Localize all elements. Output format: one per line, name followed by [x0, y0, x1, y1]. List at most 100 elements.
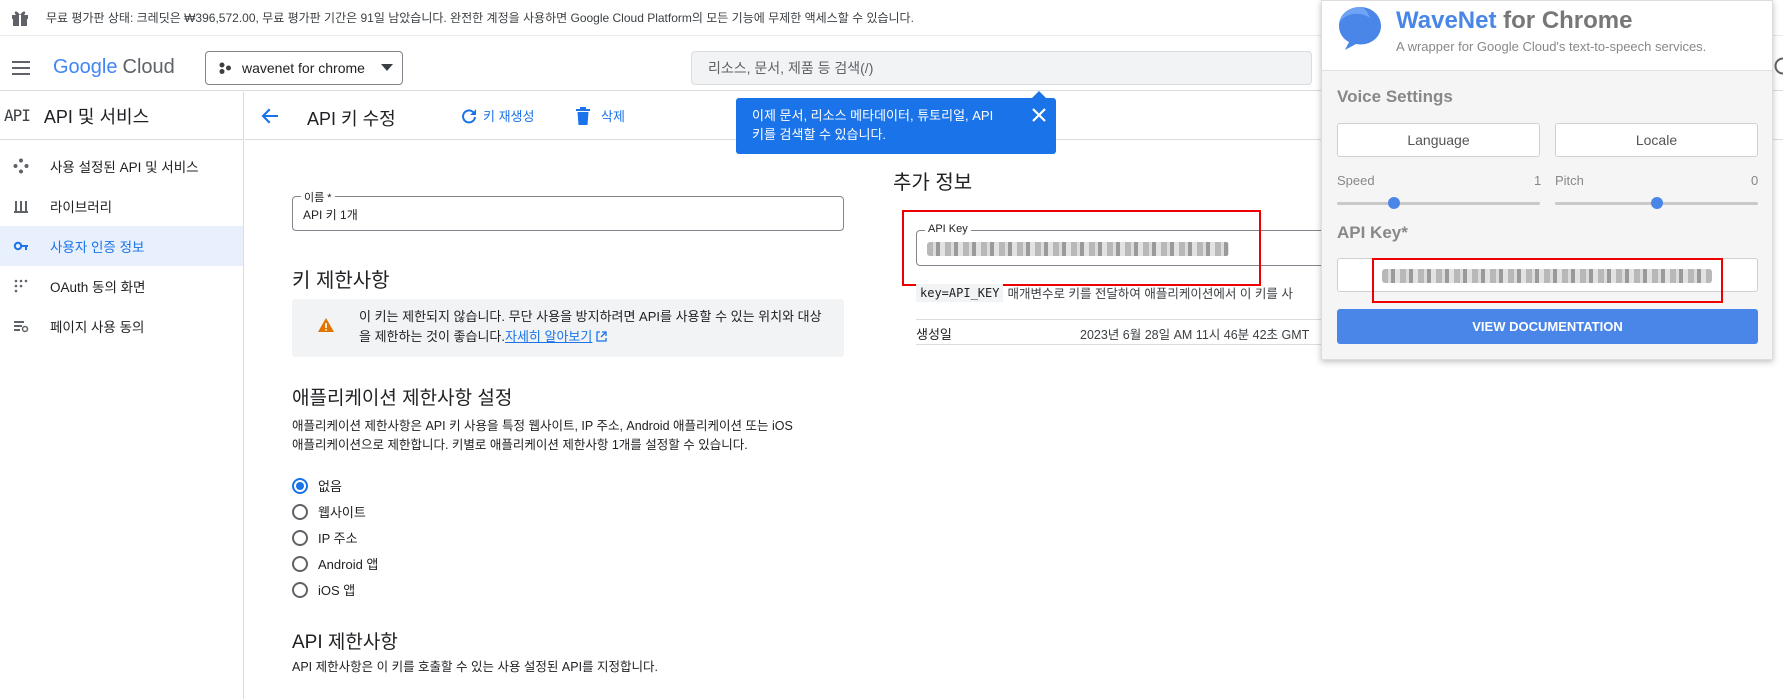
key-icon: [11, 236, 31, 256]
locale-button[interactable]: Locale: [1555, 123, 1758, 157]
radio-label: iOS 앱: [318, 583, 356, 598]
diamond-dots-icon: [11, 156, 31, 176]
learn-more-link[interactable]: 자세히 알아보기: [505, 329, 592, 344]
language-button[interactable]: Language: [1337, 123, 1540, 157]
sidebar-item-label: 사용자 인증 정보: [50, 240, 145, 255]
nav-header: API API 및 서비스: [0, 92, 243, 140]
app-restrictions-desc-1: 애플리케이션 제한사항은 API 키 사용을 특정 웹사이트, IP 주소, A…: [292, 419, 793, 433]
speed-slider[interactable]: [1337, 197, 1540, 209]
locale-label: Locale: [1635, 132, 1678, 148]
help-icon[interactable]: [1774, 57, 1783, 75]
radio-website[interactable]: 웹사이트: [292, 502, 366, 521]
logo-google: Google: [53, 56, 118, 78]
banner-text: 무료 평가판 상태: 크레딧은 ₩396,572.00, 무료 평가판 기간은 …: [46, 11, 914, 25]
chevron-down-icon: [380, 64, 393, 72]
ext-title-rest: for Chrome: [1496, 7, 1633, 34]
sidebar-item-credentials[interactable]: 사용자 인증 정보: [0, 226, 243, 266]
ext-subtitle: A wrapper for Google Cloud's text-to-spe…: [1396, 39, 1707, 54]
sidebar-item-enabled-apis[interactable]: 사용 설정된 API 및 서비스: [0, 146, 243, 186]
radio-none[interactable]: 없음: [292, 476, 342, 495]
project-name: wavenet for chrome: [242, 60, 365, 76]
ext-title-brand: WaveNet: [1396, 7, 1497, 34]
dots-grid-icon: [11, 276, 31, 296]
radio-ip[interactable]: IP 주소: [292, 528, 358, 547]
extra-info-title: 추가 정보: [893, 172, 973, 194]
ext-header: WaveNet for Chrome A wrapper for Google …: [1322, 1, 1772, 71]
divider: [916, 344, 1321, 345]
radio-label: IP 주소: [318, 531, 358, 546]
radio-label: 웹사이트: [318, 505, 366, 520]
regenerate-key-button[interactable]: 키 재생성: [460, 106, 534, 125]
radio-android[interactable]: Android 앱: [292, 554, 378, 573]
radio-selected-icon: [292, 477, 308, 494]
pitch-label: Pitch: [1555, 173, 1584, 188]
refresh-icon: [460, 107, 478, 125]
close-icon[interactable]: [1032, 108, 1046, 122]
menu-icon[interactable]: [10, 57, 32, 79]
search-tooltip: 이제 문서, 리소스 메타데이터, 튜토리얼, API 키를 검색할 수 있습니…: [736, 98, 1056, 154]
speed-slider-knob[interactable]: [1387, 197, 1400, 209]
tooltip-text: 이제 문서, 리소스 메타데이터, 튜토리얼, API 키를 검색할 수 있습니…: [752, 108, 994, 142]
library-icon: [11, 196, 31, 216]
voice-settings-heading: Voice Settings: [1337, 87, 1453, 106]
api-restrictions-desc: API 제한사항은 이 키를 호출할 수 있는 사용 설정된 API를 지정합니…: [292, 660, 658, 674]
regenerate-label: 키 재생성: [483, 109, 535, 124]
view-documentation-button[interactable]: VIEW DOCUMENTATION: [1337, 309, 1758, 344]
sidebar-item-label: 사용 설정된 API 및 서비스: [50, 160, 199, 175]
view-documentation-label: VIEW DOCUMENTATION: [1472, 319, 1623, 334]
speech-bubble-logo-icon: [1336, 5, 1384, 51]
name-field[interactable]: 이름 * API 키 1개: [292, 189, 844, 231]
api-badge: API: [4, 106, 31, 125]
radio-icon: [292, 503, 308, 520]
google-cloud-logo[interactable]: Google Cloud: [53, 56, 175, 79]
created-label: 생성일: [916, 327, 952, 342]
page-title: API 키 수정: [307, 109, 396, 129]
settings-list-icon: [11, 316, 31, 336]
name-value: API 키 1개: [303, 208, 358, 222]
radio-icon: [292, 581, 308, 598]
delete-label: 삭제: [601, 109, 625, 124]
search-input[interactable]: 리소스, 문서, 제품 등 검색(/): [708, 58, 873, 78]
warning-box: 이 키는 제한되지 않습니다. 무단 사용을 방지하려면 API를 사용할 수 …: [292, 299, 844, 357]
radio-label: Android 앱: [318, 557, 379, 572]
ext-api-key-label: API Key*: [1337, 223, 1408, 242]
radio-icon: [292, 529, 308, 546]
trash-icon: [575, 106, 591, 125]
pitch-slider-knob[interactable]: [1650, 197, 1663, 209]
gift-icon: [10, 8, 30, 28]
param-code: key=API_KEY: [916, 283, 1004, 302]
back-arrow-icon[interactable]: [261, 107, 279, 125]
app-restrictions-title: 애플리케이션 제한사항 설정: [292, 388, 513, 409]
pitch-slider[interactable]: [1555, 197, 1758, 209]
search-box[interactable]: 리소스, 문서, 제품 등 검색(/): [691, 51, 1312, 85]
external-link-icon: [596, 330, 608, 342]
sidebar-item-label: 라이브러리: [50, 200, 113, 215]
radio-label: 없음: [318, 479, 342, 494]
delete-button[interactable]: 삭제: [575, 106, 625, 125]
sidebar-item-page-consent[interactable]: 페이지 사용 동의: [0, 306, 243, 346]
language-label: Language: [1407, 132, 1470, 148]
nav-title: API 및 서비스: [43, 106, 150, 127]
created-value: 2023년 6월 28일 AM 11시 46분 42초 GMT: [1080, 328, 1310, 342]
logo-cloud: Cloud: [122, 56, 175, 78]
sidebar-item-label: 페이지 사용 동의: [50, 320, 145, 335]
radio-icon: [292, 555, 308, 572]
project-selector[interactable]: wavenet for chrome: [205, 51, 403, 85]
divider: [916, 319, 1321, 320]
pitch-value: 0: [1751, 173, 1759, 188]
app-restrictions-desc-2: 애플리케이션으로 제한합니다. 키별로 애플리케이션 제한사항 1개를 설정할 …: [292, 438, 748, 452]
speed-label: Speed: [1337, 173, 1375, 188]
api-restrictions-title: API 제한사항: [292, 632, 398, 653]
highlight-box-api-key: [902, 210, 1261, 286]
radio-ios[interactable]: iOS 앱: [292, 580, 355, 599]
sidebar-item-oauth[interactable]: OAuth 동의 화면: [0, 266, 243, 306]
sidebar-item-label: OAuth 동의 화면: [50, 280, 146, 295]
param-hint: key=API_KEY 매개변수로 키를 전달하여 애플리케이션에서 이 키를 …: [916, 283, 1293, 302]
key-restrictions-title: 키 제한사항: [292, 270, 390, 292]
param-desc: 매개변수로 키를 전달하여 애플리케이션에서 이 키를 사: [1007, 287, 1293, 301]
sidebar-item-library[interactable]: 라이브러리: [0, 186, 243, 226]
left-nav: API API 및 서비스 사용 설정된 API 및 서비스 라이브러리 사용자…: [0, 92, 244, 699]
ext-title: WaveNet for Chrome: [1396, 7, 1633, 35]
wavenet-extension-popup: WaveNet for Chrome A wrapper for Google …: [1321, 0, 1773, 360]
project-icon: [218, 61, 232, 75]
